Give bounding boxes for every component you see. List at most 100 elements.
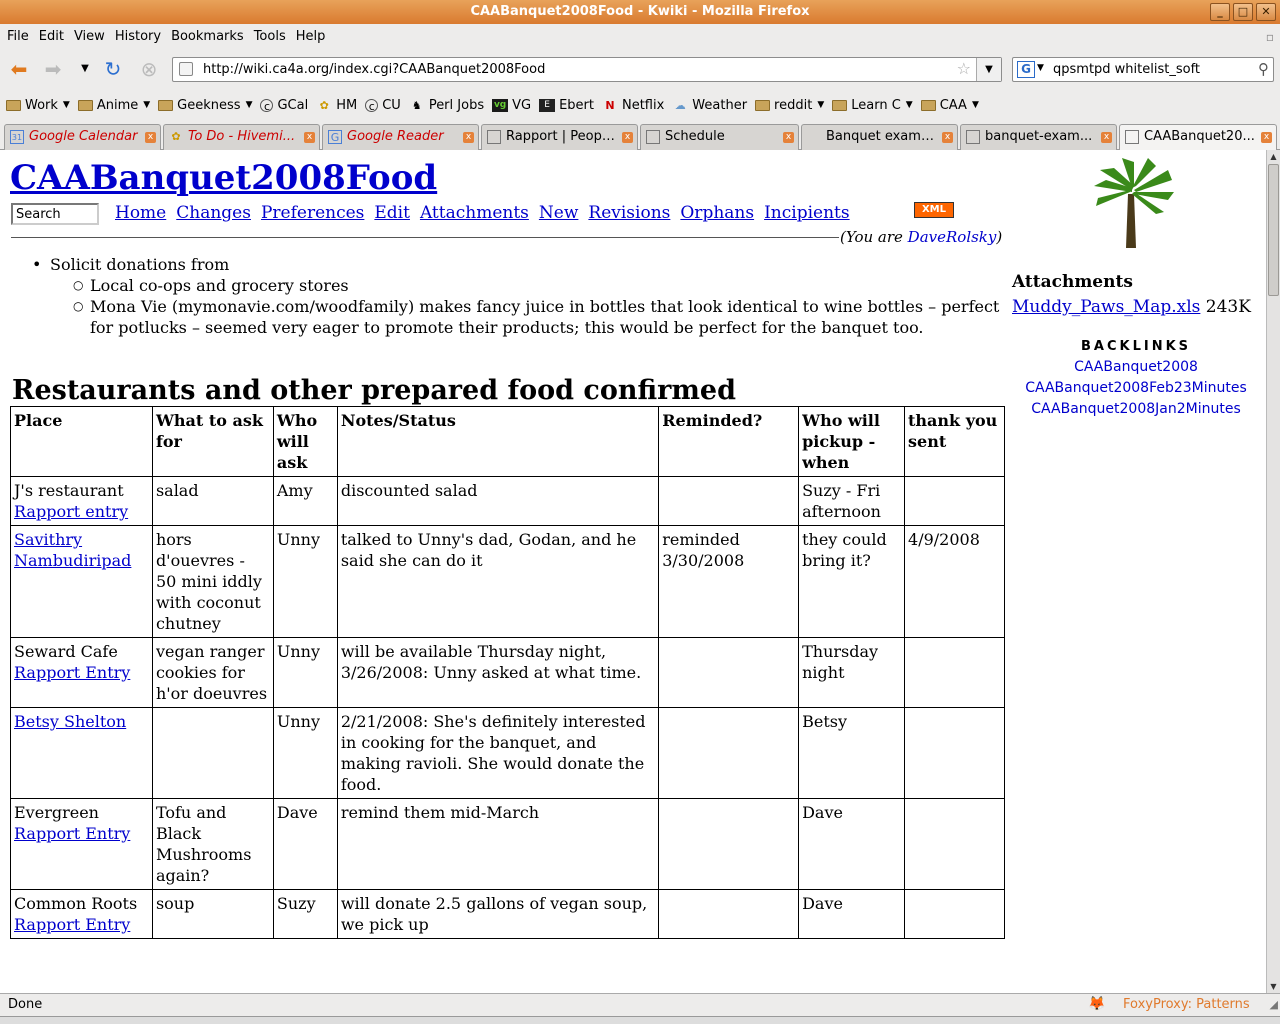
scroll-down-arrow-icon[interactable]: ▼ bbox=[1267, 980, 1280, 993]
close-tab-icon[interactable]: x bbox=[463, 132, 474, 143]
bookmark-label: Ebert bbox=[559, 97, 594, 113]
menu-tools[interactable]: Tools bbox=[249, 29, 291, 44]
nav-preferences-link[interactable]: Preferences bbox=[261, 203, 364, 223]
close-tab-icon[interactable]: x bbox=[783, 132, 794, 143]
history-dropdown-icon[interactable]: ▼ bbox=[72, 56, 98, 82]
url-bar[interactable]: http://wiki.ca4a.org/index.cgi?CAABanque… bbox=[172, 57, 1002, 82]
tab-google-reader[interactable]: G Google Reader x bbox=[322, 124, 479, 150]
close-tab-icon[interactable]: x bbox=[145, 132, 156, 143]
rapport-link[interactable]: Rapport Entry bbox=[14, 663, 130, 682]
tab-todo-hiveminder[interactable]: ✿ To Do - Hivemi... x bbox=[163, 124, 320, 150]
bookmark-label: Netflix bbox=[621, 97, 665, 113]
back-arrow-icon[interactable]: ⬅ bbox=[6, 56, 32, 82]
bookmark-perl-jobs[interactable]: ♞ Perl Jobs bbox=[407, 98, 490, 113]
engine-dropdown-icon[interactable]: ▼ bbox=[1037, 63, 1044, 73]
wiki-search-input[interactable]: Search bbox=[11, 203, 99, 225]
list-item: Local co-ops and grocery stores bbox=[28, 275, 1008, 296]
menu-help[interactable]: Help bbox=[291, 29, 331, 44]
forward-arrow-icon[interactable]: ➡ bbox=[40, 56, 66, 82]
bookmark-star-icon[interactable]: ☆ bbox=[957, 59, 971, 78]
close-tab-icon[interactable]: x bbox=[1261, 132, 1272, 143]
user-link[interactable]: DaveRolsky bbox=[908, 228, 997, 246]
tab-label: Rapport | Peopl... bbox=[506, 129, 617, 144]
close-tab-icon[interactable]: x bbox=[304, 132, 315, 143]
magnifier-icon[interactable]: ⚲ bbox=[1258, 60, 1269, 78]
rapport-link[interactable]: Rapport Entry bbox=[14, 915, 130, 934]
nav-revisions-link[interactable]: Revisions bbox=[588, 203, 670, 223]
menu-bookmarks[interactable]: Bookmarks bbox=[166, 29, 249, 44]
resize-grip-icon[interactable]: ◢ bbox=[1270, 998, 1278, 1011]
url-history-dropdown-icon[interactable]: ▼ bbox=[976, 58, 1001, 81]
scroll-up-arrow-icon[interactable]: ▲ bbox=[1267, 150, 1280, 163]
bookmark-geekness[interactable]: Geekness ▼ bbox=[156, 98, 258, 113]
what-cell: salad bbox=[151, 476, 274, 526]
menu-file[interactable]: File bbox=[2, 29, 34, 44]
tab-banquet-exam[interactable]: banquet-exam... x bbox=[960, 124, 1117, 150]
nav-incipients-link[interactable]: Incipients bbox=[764, 203, 850, 223]
column-header: Place bbox=[10, 406, 153, 477]
close-tab-icon[interactable]: x bbox=[1101, 132, 1112, 143]
menu-history[interactable]: History bbox=[110, 29, 166, 44]
menu-edit[interactable]: Edit bbox=[34, 29, 69, 44]
minimize-button[interactable]: _ bbox=[1210, 3, 1230, 21]
bookmark-label: Anime bbox=[96, 97, 139, 113]
who-cell: Unny bbox=[272, 525, 338, 638]
tab-schedule[interactable]: Schedule x bbox=[640, 124, 799, 150]
place-link[interactable]: Betsy Shelton bbox=[14, 712, 126, 731]
stop-icon[interactable]: ⊗ bbox=[136, 56, 162, 82]
bookmark-hm[interactable]: ✿ HM bbox=[314, 98, 363, 113]
bookmark-reddit[interactable]: reddit ▼ bbox=[753, 98, 830, 113]
tab-label: Google Reader bbox=[347, 129, 444, 144]
bookmark-anime[interactable]: Anime ▼ bbox=[76, 98, 156, 113]
place-cell: Common Roots Rapport Entry bbox=[10, 889, 153, 939]
place-link[interactable]: Savithry Nambudiripad bbox=[14, 530, 131, 570]
foxyproxy-status[interactable]: FoxyProxy: Patterns bbox=[1123, 997, 1250, 1012]
search-query[interactable]: qpsmtpd whitelist_soft bbox=[1053, 62, 1200, 77]
close-tab-icon[interactable]: x bbox=[622, 132, 633, 143]
bookmark-gcal[interactable]: c GCal bbox=[258, 98, 314, 113]
backlink-item[interactable]: CAABanquet2008 bbox=[1010, 359, 1262, 375]
nav-edit-link[interactable]: Edit bbox=[374, 203, 410, 223]
cu-icon: c bbox=[365, 98, 379, 113]
tab-caabanquet[interactable]: CAABanquet20... x bbox=[1119, 124, 1277, 151]
google-engine-icon[interactable]: G bbox=[1017, 61, 1035, 78]
tab-rapport[interactable]: Rapport | Peopl... x bbox=[481, 124, 638, 150]
bookmark-label: Perl Jobs bbox=[428, 97, 485, 113]
nav-changes-link[interactable]: Changes bbox=[176, 203, 251, 223]
backlink-item[interactable]: CAABanquet2008Feb23Minutes bbox=[1010, 380, 1262, 396]
foxyproxy-icon[interactable]: 🦊 bbox=[1088, 996, 1105, 1012]
nav-new-link[interactable]: New bbox=[539, 203, 579, 223]
weather-icon: ☁ bbox=[674, 98, 686, 112]
rapport-link[interactable]: Rapport Entry bbox=[14, 824, 130, 843]
attachment-link[interactable]: Muddy_Paws_Map.xls bbox=[1012, 297, 1200, 317]
menu-view[interactable]: View bbox=[69, 29, 110, 44]
tab-banquet-example[interactable]: Banquet example x bbox=[801, 124, 958, 150]
bookmark-caa[interactable]: CAA ▼ bbox=[919, 98, 985, 113]
nav-attachments-link[interactable]: Attachments bbox=[420, 203, 529, 223]
bookmark-work[interactable]: Work ▼ bbox=[4, 98, 76, 113]
bookmark-cu[interactable]: c CU bbox=[363, 98, 407, 113]
page-title[interactable]: CAABanquet2008Food bbox=[10, 158, 437, 198]
search-bar[interactable]: G ▼ qpsmtpd whitelist_soft ⚲ bbox=[1012, 57, 1274, 82]
scrollbar-thumb[interactable] bbox=[1268, 164, 1279, 296]
bookmark-vg[interactable]: vg VG bbox=[490, 98, 537, 113]
attachment-item: Muddy_Paws_Map.xls 243K bbox=[1012, 297, 1262, 317]
nav-orphans-link[interactable]: Orphans bbox=[680, 203, 754, 223]
close-window-button[interactable]: ✕ bbox=[1256, 3, 1276, 21]
vertical-scrollbar[interactable]: ▲ ▼ bbox=[1266, 150, 1280, 993]
rapport-link[interactable]: Rapport entry bbox=[14, 502, 128, 521]
backlink-item[interactable]: CAABanquet2008Jan2Minutes bbox=[1010, 401, 1262, 417]
nav-home-link[interactable]: Home bbox=[115, 203, 166, 223]
maximize-button[interactable]: □ bbox=[1233, 3, 1253, 21]
bookmark-weather[interactable]: ☁ Weather bbox=[670, 98, 753, 113]
tab-google-calendar[interactable]: 31 Google Calendar x bbox=[4, 124, 161, 150]
url-text[interactable]: http://wiki.ca4a.org/index.cgi?CAABanque… bbox=[203, 62, 545, 77]
bookmark-netflix[interactable]: N Netflix bbox=[600, 98, 670, 113]
xml-feed-button[interactable]: XML bbox=[914, 202, 954, 218]
bookmark-ebert[interactable]: E Ebert bbox=[537, 98, 600, 113]
who-cell: Dave bbox=[272, 798, 338, 890]
reload-icon[interactable]: ↻ bbox=[100, 56, 126, 82]
folder-icon bbox=[77, 99, 93, 111]
bookmark-learn-c[interactable]: Learn C ▼ bbox=[830, 98, 918, 113]
close-tab-icon[interactable]: x bbox=[942, 132, 953, 143]
